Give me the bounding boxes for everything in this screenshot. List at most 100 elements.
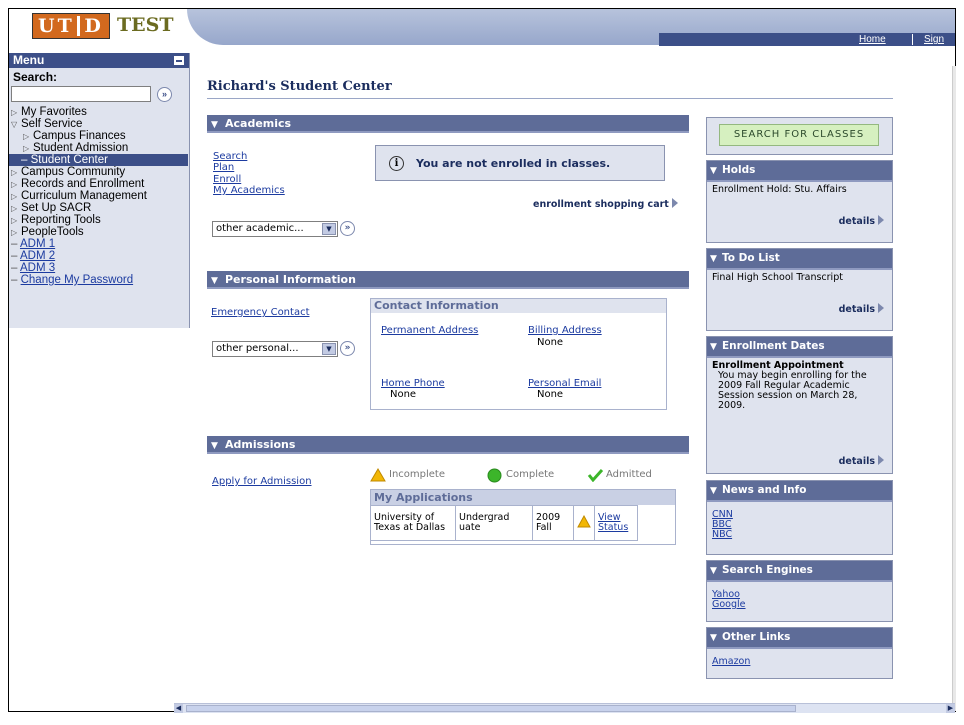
table-row: University of Texas at Dallas Undergrad … — [370, 505, 638, 541]
sidebar-menu: Menu Search: » ▷ My Favorites ▽ Self Servi… — [9, 53, 190, 328]
academics-dropdown[interactable]: other academic... ▼ — [212, 221, 338, 237]
sidebar-item-campus-finances[interactable]: ▷ Campus Finances — [9, 130, 189, 142]
enrollment-appointment-text: You may begin enrolling for the 2009 Fal… — [718, 370, 867, 411]
home-link[interactable]: Home — [859, 34, 886, 45]
collapse-chevron-icon: ▼ — [710, 633, 717, 643]
collapse-chevron-icon: ▼ — [710, 166, 717, 176]
academics-go-icon[interactable]: » — [340, 221, 355, 236]
enrollment-notice: i You are not enrolled in classes. — [375, 145, 665, 181]
cnn-link[interactable]: CNN — [712, 510, 887, 520]
personal-go-icon[interactable]: » — [340, 341, 355, 356]
permanent-address-link[interactable]: Permanent Address — [381, 325, 478, 336]
search-engines-header[interactable]: ▼ Search Engines — [707, 561, 892, 582]
view-status-link[interactable]: View Status — [598, 512, 628, 533]
bbc-link[interactable]: BBC — [712, 520, 887, 530]
sidebar-item-adm2[interactable]: – ADM 2 — [9, 250, 189, 262]
collapse-chevron-icon: ▼ — [710, 566, 717, 576]
personal-info-header[interactable]: ▼ Personal Information — [207, 271, 689, 289]
page-title: Richard's Student Center — [207, 79, 392, 94]
collapse-chevron-icon: ▼ — [710, 342, 717, 352]
sidebar-item-adm3[interactable]: – ADM 3 — [9, 262, 189, 274]
legend-complete: Complete — [506, 469, 555, 480]
sidebar-item-my-favorites[interactable]: ▷ My Favorites — [9, 106, 189, 118]
status-cell — [573, 505, 595, 541]
google-link[interactable]: Google — [712, 600, 887, 610]
incomplete-warning-icon — [577, 514, 591, 528]
complete-circle-icon — [487, 468, 502, 483]
news-info-header[interactable]: ▼ News and Info — [707, 481, 892, 502]
apply-for-admission-link[interactable]: Apply for Admission — [212, 476, 312, 487]
billing-address-value: None — [537, 337, 564, 348]
vertical-scrollbar[interactable] — [952, 66, 956, 711]
arrow-right-icon — [878, 303, 884, 313]
todo-panel: ▼ To Do List Final High School Transcript… — [706, 248, 893, 331]
contact-info-header: Contact Information — [371, 299, 666, 313]
search-classes-panel: SEARCH FOR CLASSES — [706, 117, 893, 155]
holds-details-link[interactable]: details — [839, 215, 884, 227]
sidebar-item-reporting-tools[interactable]: ▷ Reporting Tools — [9, 214, 189, 226]
personal-email-link[interactable]: Personal Email — [528, 378, 601, 389]
sidebar-item-curriculum-management[interactable]: ▷ Curriculum Management — [9, 190, 189, 202]
nbc-link[interactable]: NBC — [712, 530, 887, 540]
sidebar-item-campus-community[interactable]: ▷ Campus Community — [9, 166, 189, 178]
amazon-link[interactable]: Amazon — [712, 657, 887, 667]
logo-test-label: TEST — [117, 14, 174, 36]
academics-plan-link[interactable]: Plan — [213, 162, 234, 173]
legend-incomplete: Incomplete — [389, 469, 445, 480]
applications-table: University of Texas at Dallas Undergrad … — [370, 505, 638, 541]
academics-enroll-link[interactable]: Enroll — [213, 174, 241, 185]
enrollment-cart-link[interactable]: enrollment shopping cart — [533, 198, 678, 210]
holds-header[interactable]: ▼ Holds — [707, 161, 892, 182]
search-for-classes-button[interactable]: SEARCH FOR CLASSES — [719, 124, 879, 146]
scroll-left-icon[interactable]: ◀ — [174, 704, 183, 713]
todo-header[interactable]: ▼ To Do List — [707, 249, 892, 270]
incomplete-warning-icon — [370, 468, 386, 482]
personal-dropdown[interactable]: other personal... ▼ — [212, 341, 338, 357]
admissions-header[interactable]: ▼ Admissions — [207, 436, 689, 454]
academics-search-link[interactable]: Search — [213, 151, 247, 162]
collapse-chevron-icon: ▼ — [710, 254, 717, 264]
my-academics-link[interactable]: My Academics — [213, 185, 285, 196]
scroll-thumb[interactable] — [186, 705, 796, 712]
emergency-contact-link[interactable]: Emergency Contact — [211, 307, 310, 318]
menu-search-input[interactable] — [11, 86, 151, 102]
notice-text: You are not enrolled in classes. — [416, 157, 611, 170]
dropdown-arrow-icon: ▼ — [322, 343, 336, 355]
horizontal-scrollbar[interactable]: ◀ ▶ — [174, 703, 955, 713]
billing-address-link[interactable]: Billing Address — [528, 325, 602, 336]
collapse-triangle-icon: ▽ — [11, 120, 18, 129]
browser-viewport: UT D TEST Home Sign out Menu Search: » ▷… — [8, 8, 956, 712]
todo-details-link[interactable]: details — [839, 303, 884, 315]
collapse-chevron-icon: ▼ — [211, 276, 218, 286]
holds-panel: ▼ Holds Enrollment Hold: Stu. Affairs det… — [706, 160, 893, 243]
menu-header: Menu — [9, 53, 189, 68]
academics-header[interactable]: ▼ Academics — [207, 115, 689, 133]
sidebar-item-adm1[interactable]: – ADM 1 — [9, 238, 189, 250]
search-label: Search: — [13, 70, 58, 84]
arrow-right-icon — [671, 198, 678, 208]
sidebar-item-peopletools[interactable]: ▷ PeopleTools — [9, 226, 189, 238]
sidebar-item-self-service[interactable]: ▽ Self Service — [9, 118, 189, 130]
sidebar-item-student-admission[interactable]: ▷ Student Admission — [9, 142, 189, 154]
nav-separator — [912, 34, 913, 45]
enrollment-details-link[interactable]: details — [839, 455, 884, 467]
sidebar-item-set-up-sacr[interactable]: ▷ Set Up SACR — [9, 202, 189, 214]
institution-cell: University of Texas at Dallas — [370, 505, 456, 541]
sidebar-item-records-enrollment[interactable]: ▷ Records and Enrollment — [9, 178, 189, 190]
admitted-check-icon — [587, 468, 604, 482]
other-links-header[interactable]: ▼ Other Links — [707, 628, 892, 649]
sign-out-link[interactable]: Sign out — [924, 34, 955, 56]
scroll-right-icon[interactable]: ▶ — [946, 704, 955, 713]
logo-letters: UT D — [38, 15, 104, 37]
contact-information-panel: Contact Information Permanent Address Bi… — [370, 298, 667, 410]
home-phone-link[interactable]: Home Phone — [381, 378, 445, 389]
dropdown-arrow-icon: ▼ — [322, 223, 336, 235]
sidebar-item-student-center[interactable]: – Student Center — [9, 154, 188, 166]
enrollment-dates-header[interactable]: ▼ Enrollment Dates — [707, 337, 892, 358]
career-cell: Undergrad uate — [455, 505, 533, 541]
sidebar-item-change-password[interactable]: – Change My Password — [9, 274, 189, 286]
personal-email-value: None — [537, 389, 564, 400]
collapse-menu-icon[interactable] — [174, 56, 184, 65]
search-go-icon[interactable]: » — [157, 87, 172, 102]
collapse-chevron-icon: ▼ — [211, 120, 218, 130]
